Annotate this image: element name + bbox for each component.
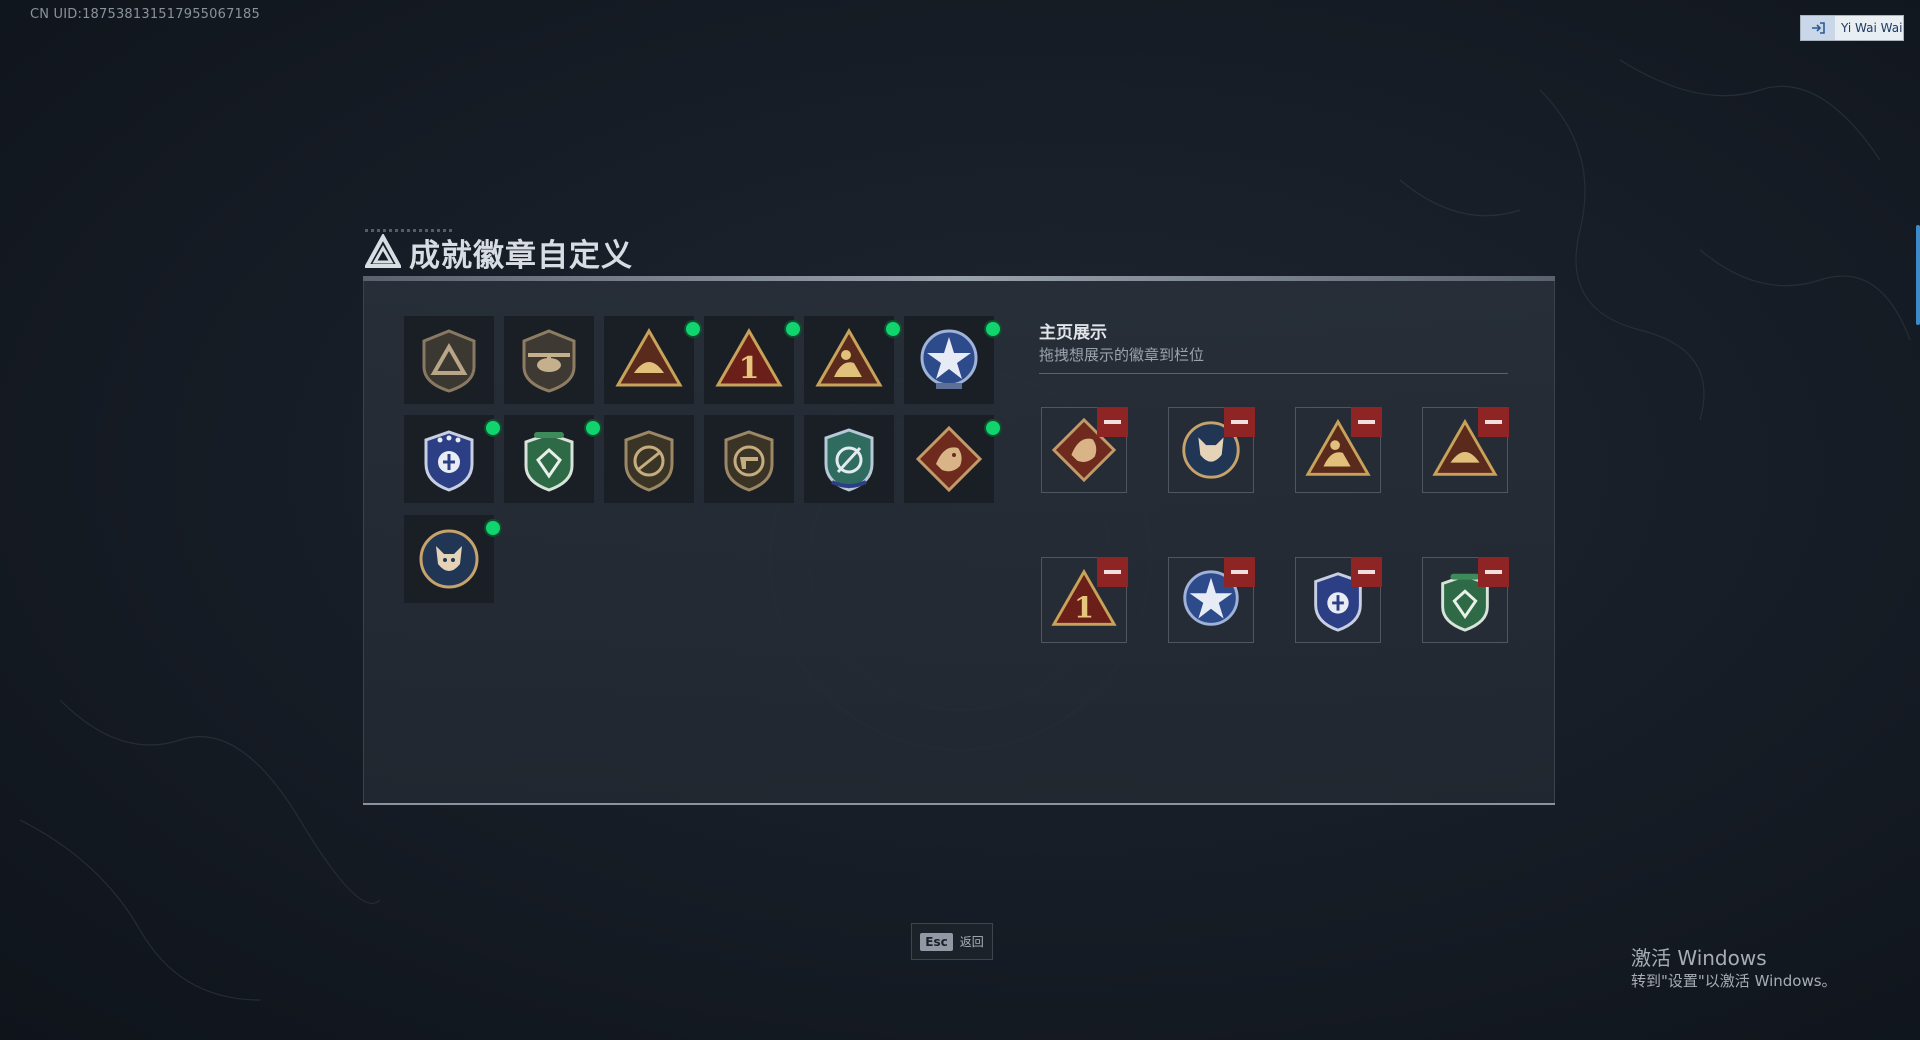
badge-tile[interactable] xyxy=(404,415,500,503)
remove-badge-button[interactable] xyxy=(1224,407,1255,437)
gold-hand-triangle-badge-icon xyxy=(615,327,683,387)
number-one-triangle-badge-icon: 1 xyxy=(715,327,783,387)
display-slot[interactable] xyxy=(1295,557,1382,643)
new-badge-indicator xyxy=(986,421,1000,435)
remove-badge-button[interactable] xyxy=(1097,557,1128,587)
panel-bottom-border xyxy=(363,803,1555,805)
gold-figure-triangle-badge-icon xyxy=(815,327,883,387)
player-uid: CN UID:187538131517955067185 xyxy=(30,7,260,22)
page-title: 成就徽章自定义 xyxy=(409,237,633,274)
badge-tile[interactable] xyxy=(404,515,500,603)
new-badge-indicator xyxy=(886,322,900,336)
badge-tile[interactable] xyxy=(504,316,594,404)
new-badge-indicator xyxy=(986,322,1000,336)
badge-tile[interactable] xyxy=(704,415,794,503)
badge-tile[interactable] xyxy=(904,316,1000,404)
login-switch-icon xyxy=(1801,16,1835,40)
triangle-shield-badge-icon xyxy=(422,329,476,393)
user-name: Yi Wai Wai xyxy=(1841,21,1903,35)
user-account-chip[interactable]: Yi Wai Wai xyxy=(1800,15,1904,41)
page-header: 成就徽章自定义 xyxy=(365,230,633,274)
panel-top-border xyxy=(363,276,1555,281)
badge-tile[interactable] xyxy=(904,415,1000,503)
svg-text:1: 1 xyxy=(739,351,760,386)
remove-badge-button[interactable] xyxy=(1351,557,1382,587)
blue-wings-shield-badge-icon xyxy=(424,430,474,492)
badge-tile[interactable] xyxy=(504,415,600,503)
windows-activation-title: 激活 Windows xyxy=(1631,946,1767,970)
back-button[interactable]: Esc 返回 xyxy=(911,923,993,960)
remove-badge-button[interactable] xyxy=(1097,407,1128,437)
new-badge-indicator xyxy=(586,421,600,435)
display-section-subtitle: 拖拽想展示的徽章到栏位 xyxy=(1039,346,1205,364)
display-slot[interactable] xyxy=(1168,557,1255,643)
badge-tile[interactable] xyxy=(804,415,894,503)
remove-badge-button[interactable] xyxy=(1478,557,1509,587)
badge-tile[interactable] xyxy=(604,316,700,404)
badge-tile[interactable]: 1 xyxy=(704,316,800,404)
remove-badge-button[interactable] xyxy=(1224,557,1255,587)
right-edge-indicator xyxy=(1916,225,1920,325)
new-badge-indicator xyxy=(786,322,800,336)
display-slot[interactable] xyxy=(1168,407,1255,493)
section-divider xyxy=(1039,373,1508,374)
display-section-title: 主页展示 xyxy=(1039,323,1107,343)
display-slot[interactable] xyxy=(1041,407,1128,493)
back-label: 返回 xyxy=(959,935,984,949)
display-slot[interactable]: 1 xyxy=(1041,557,1128,643)
green-anchor-shield-badge-icon xyxy=(824,428,874,492)
badge-tile[interactable] xyxy=(404,316,494,404)
display-slot[interactable] xyxy=(1422,557,1509,643)
svg-text:1: 1 xyxy=(1074,590,1094,624)
wolf-medallion-badge-icon xyxy=(419,529,479,589)
green-gem-shield-badge-icon xyxy=(524,432,574,492)
badge-tile[interactable] xyxy=(604,415,694,503)
new-badge-indicator xyxy=(486,421,500,435)
new-badge-indicator xyxy=(686,322,700,336)
remove-badge-button[interactable] xyxy=(1351,407,1382,437)
windows-activation-subtitle: 转到"设置"以激活 Windows。 xyxy=(1631,972,1837,990)
display-slot[interactable] xyxy=(1422,407,1509,493)
new-badge-indicator xyxy=(486,521,500,535)
display-slot[interactable] xyxy=(1295,407,1382,493)
no-rifle-shield-badge-icon xyxy=(624,430,674,492)
remove-badge-button[interactable] xyxy=(1478,407,1509,437)
badge-tile[interactable] xyxy=(804,316,900,404)
esc-key-hint: Esc xyxy=(920,932,953,951)
helicopter-shield-badge-icon xyxy=(522,329,576,393)
blue-star-emblem-badge-icon xyxy=(920,329,978,389)
dragon-diamond-badge-icon xyxy=(915,425,983,493)
no-pistol-shield-badge-icon xyxy=(724,430,774,492)
delta-triangle-logo-icon xyxy=(365,234,401,268)
